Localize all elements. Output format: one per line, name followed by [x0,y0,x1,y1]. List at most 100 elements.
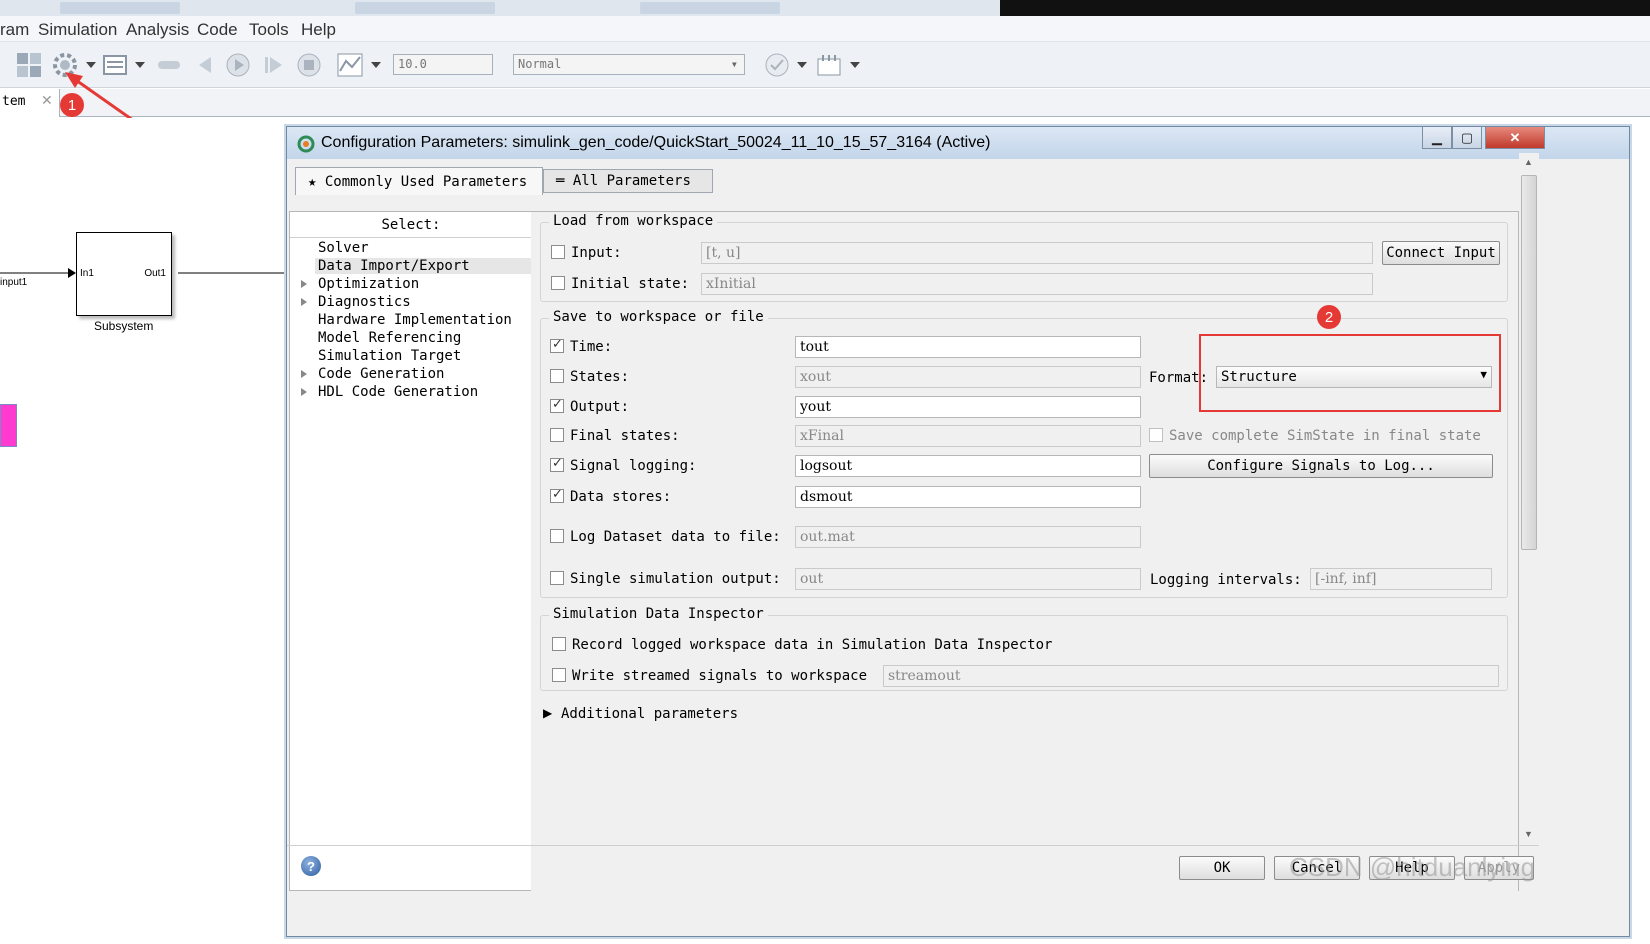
help-question-icon[interactable]: ? [301,856,321,876]
tree-item-simulation-target[interactable]: Simulation Target [318,348,461,364]
menu-tools[interactable]: Tools [249,20,289,40]
step-forward-icon[interactable] [258,50,288,80]
run-icon[interactable] [223,50,253,80]
expand-icon[interactable] [301,280,307,288]
write-streamed-checkbox[interactable] [552,668,566,682]
tree-item-data-import-export[interactable]: Data Import/Export [315,258,532,274]
final-states-checkbox[interactable] [550,428,564,442]
configure-signals-button[interactable]: Configure Signals to Log... [1149,454,1493,478]
chevron-down-icon[interactable] [797,62,807,68]
dark-region [1000,0,1650,16]
tree-item-hardware-implementation[interactable]: Hardware Implementation [318,312,512,328]
expand-icon[interactable] [301,370,307,378]
vertical-scrollbar[interactable]: ▲ ▼ [1519,153,1539,845]
input-label: Input: [571,245,622,261]
menu-help[interactable]: Help [301,20,336,40]
single-output-label: Single simulation output: [570,571,781,587]
save-simstate-checkbox[interactable] [1149,428,1163,442]
dialog-title-bar: Configuration Parameters: simulink_gen_c… [287,127,1629,159]
tree-item-optimization[interactable]: Optimization [318,276,419,292]
pink-block[interactable] [0,404,17,447]
ok-button[interactable]: OK [1179,856,1265,880]
scroll-down-icon[interactable]: ▼ [1524,829,1533,839]
model-canvas[interactable]: input1 In1 Out1 Subsystem [0,118,286,944]
logging-intervals-field[interactable]: [-inf, inf] [1310,568,1492,590]
time-checkbox[interactable] [550,337,564,353]
output-label: Output: [570,399,630,415]
record-sdi-checkbox[interactable] [552,637,566,651]
menu-analysis[interactable]: Analysis [126,20,189,40]
log-dataset-field[interactable]: out.mat [795,526,1141,548]
category-tree: Select: Solver Data Import/Export Optimi… [289,211,533,891]
stop-icon[interactable] [294,50,324,80]
single-output-field[interactable]: out [795,568,1141,590]
tree-item-model-referencing[interactable]: Model Referencing [318,330,461,346]
input-checkbox[interactable] [551,245,565,259]
menu-code[interactable]: Code [197,20,238,40]
step-back-icon[interactable] [190,50,220,80]
output-field[interactable]: yout [795,396,1141,418]
close-icon[interactable]: ✕ [41,92,53,109]
data-stores-checkbox[interactable] [550,487,564,503]
model-tab[interactable]: tem ✕ [0,89,60,117]
simulation-mode-select[interactable]: Normal ▾ [513,54,745,75]
config-parameters-dialog: Configuration Parameters: simulink_gen_c… [286,126,1630,937]
signal-logging-checkbox[interactable] [550,456,564,472]
input-field[interactable]: [t, u] [701,242,1373,264]
expand-icon[interactable] [301,388,307,396]
initial-state-field[interactable]: xInitial [701,273,1373,295]
check-icon[interactable] [762,50,792,80]
output-checkbox[interactable] [550,397,564,413]
browser-tab-hint [60,2,180,14]
final-states-label: Final states: [570,428,680,444]
scroll-thumb[interactable] [1521,175,1537,550]
load-legend: Load from workspace [549,213,718,229]
signal-logging-field[interactable]: logsout [795,455,1141,477]
log-dataset-checkbox[interactable] [550,529,564,543]
tab-commonly-used[interactable]: ★ Commonly Used Parameters [295,167,543,195]
os-taskbar-strip [0,0,1650,16]
subsystem-label: Subsystem [94,319,154,333]
states-field[interactable]: xout [795,366,1141,388]
model-tab-label: tem [2,94,26,109]
chevron-down-icon[interactable] [850,62,860,68]
tree-item-hdl-code-generation[interactable]: HDL Code Generation [318,384,478,400]
save-simstate-label: Save complete SimState in final state [1169,428,1481,444]
expand-icon[interactable] [301,298,307,306]
final-states-field[interactable]: xFinal [795,425,1141,447]
minimize-button[interactable]: ▁ [1422,127,1452,149]
time-field[interactable]: tout [795,336,1141,358]
chevron-down-icon[interactable] [371,62,381,68]
subsystem-block[interactable]: In1 Out1 [76,232,172,316]
tab-all-parameters-label: All Parameters [572,173,691,189]
states-checkbox[interactable] [550,369,564,383]
tree-item-code-generation[interactable]: Code Generation [318,366,444,382]
write-streamed-field[interactable]: streamout [883,665,1499,687]
maximize-button[interactable]: ▢ [1452,127,1482,149]
close-button[interactable]: ✕ [1485,127,1545,149]
connect-input-button[interactable]: Connect Input [1382,241,1500,265]
build-icon[interactable] [814,50,844,80]
tree-item-solver[interactable]: Solver [318,240,369,256]
data-stores-field[interactable]: dsmout [795,486,1141,508]
stop-time-input[interactable]: 10.0 [393,54,493,75]
menu-bar: ram Simulation Analysis Code Tools Help [0,16,1650,42]
toolbar: 10.0 Normal ▾ [0,42,1650,88]
signal-lines [0,268,286,278]
scope-icon[interactable] [335,50,365,80]
single-output-checkbox[interactable] [550,571,564,585]
initial-state-checkbox[interactable] [551,276,565,290]
save-legend: Save to workspace or file [549,309,768,325]
watermark: CSDN @hitduanlying [1289,852,1536,882]
update-diagram-icon[interactable] [154,50,184,80]
dialog-button-bar: ? OK Cancel Help Apply CSDN @hitduanlyin… [287,845,1539,889]
simulink-icon [297,135,315,153]
scroll-up-icon[interactable]: ▲ [1524,157,1533,167]
signal-logging-label: Signal logging: [570,458,697,474]
additional-parameters-toggle[interactable]: ▶ Additional parameters [543,706,843,726]
menu-program[interactable]: ram [0,20,29,40]
library-browser-icon[interactable] [14,50,44,80]
tab-all-parameters[interactable]: ═ All Parameters [543,169,713,193]
menu-simulation[interactable]: Simulation [38,20,117,40]
tree-item-diagnostics[interactable]: Diagnostics [318,294,411,310]
